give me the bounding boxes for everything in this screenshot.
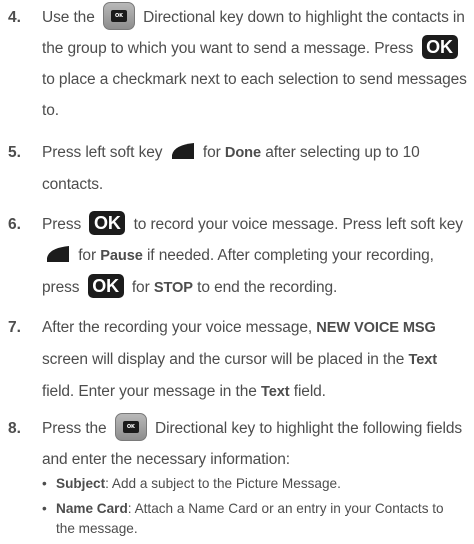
- field-list: • Subject: Add a subject to the Picture …: [42, 474, 462, 544]
- step-5: 5. Press left soft key for Done after se…: [8, 137, 468, 200]
- ok-key-icon: OK: [87, 273, 124, 298]
- manual-page: 4. Use the OK Directional key down to hi…: [0, 0, 474, 537]
- directional-key-icon: OK: [102, 1, 135, 30]
- step-number: 4.: [8, 9, 21, 26]
- left-soft-key-icon: [47, 245, 69, 262]
- step-text: After the recording your voice message, …: [42, 319, 438, 400]
- ok-key-icon: OK: [421, 34, 458, 59]
- step-8: 8. Press the OK Directional key to highl…: [8, 412, 468, 475]
- step-7: 7. After the recording your voice messag…: [8, 312, 468, 408]
- list-item: • Subject: Add a subject to the Picture …: [42, 476, 341, 491]
- step-4: 4. Use the OK Directional key down to hi…: [8, 1, 468, 126]
- step-number: 5.: [8, 144, 21, 161]
- list-item: • Name Card: Attach a Name Card or an en…: [42, 501, 444, 536]
- ok-key-icon: OK: [89, 210, 126, 235]
- step-text: Press the OK Directional key to highligh…: [42, 412, 468, 475]
- step-text: Press left soft key for Done after selec…: [42, 137, 468, 200]
- step-text: Use the OK Directional key down to highl…: [42, 1, 468, 126]
- step-6: 6. Press OK to record your voice message…: [8, 209, 468, 304]
- directional-key-icon: OK: [114, 412, 147, 441]
- step-number: 6.: [8, 216, 21, 233]
- step-number: 7.: [8, 319, 21, 336]
- step-text: Press OK to record your voice message. P…: [42, 210, 463, 298]
- left-soft-key-icon: [171, 142, 194, 159]
- step-number: 8.: [8, 420, 21, 437]
